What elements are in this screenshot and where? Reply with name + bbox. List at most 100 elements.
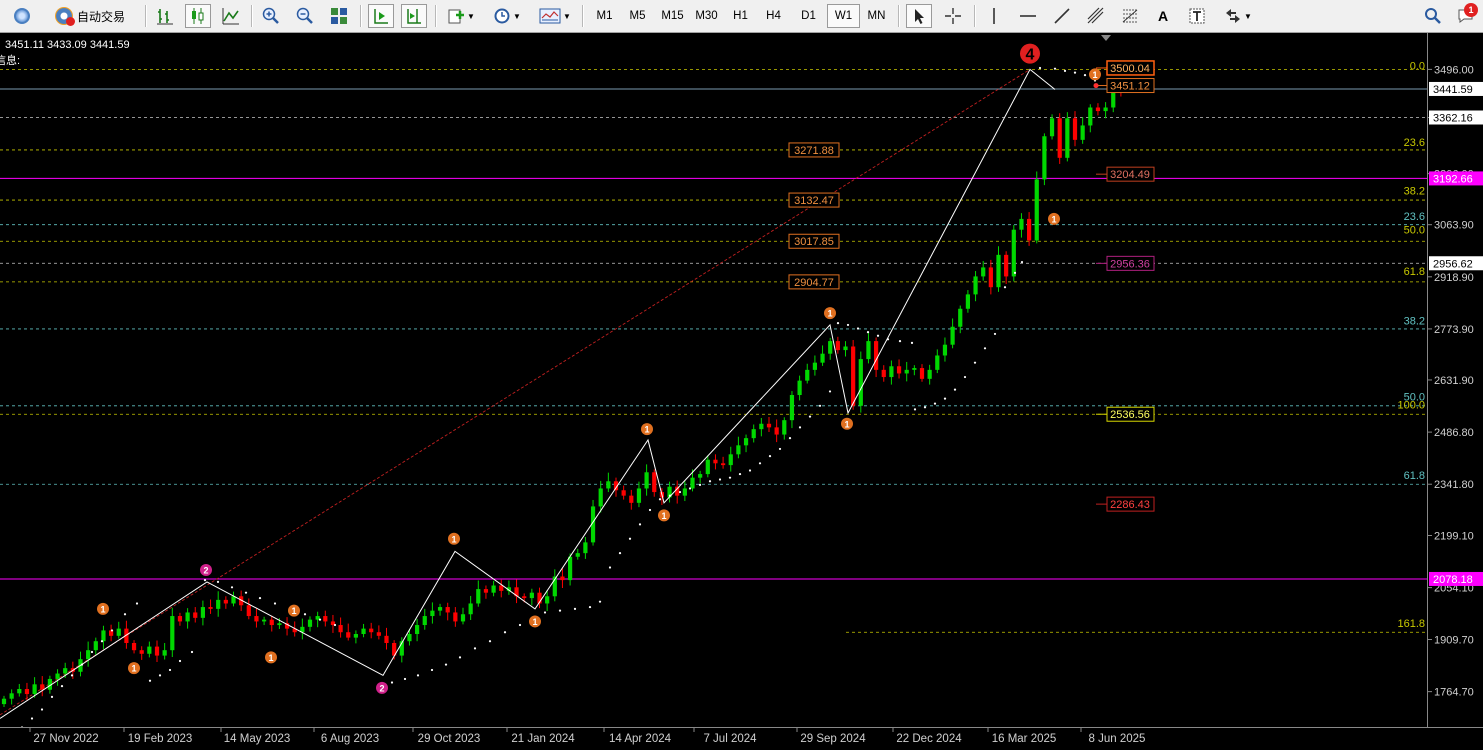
time-tick-label: 19 Feb 2023 <box>128 733 193 745</box>
level-tag-text: 3017.85 <box>794 236 834 248</box>
search-button[interactable] <box>1420 4 1446 28</box>
auto-trading-button[interactable]: 自动交易 <box>42 4 138 28</box>
arrows-button[interactable]: ▼ <box>1218 4 1258 28</box>
price-chart[interactable]: 0.0 23.6 38.2 23.6 50.0 61.8 38.2 50.0 100.0 61.8… <box>0 33 1427 727</box>
price-tick-label: 3496.00 <box>1434 64 1474 76</box>
bar-chart-button[interactable] <box>152 4 178 28</box>
sar-dot <box>758 462 762 465</box>
indicators-button[interactable]: ▼ <box>442 4 480 28</box>
fib-level-label: 61.8 <box>1404 470 1425 482</box>
sar-dot <box>135 602 139 605</box>
equidistant-channel-button[interactable] <box>1083 4 1109 28</box>
tag-3500-text: 3500.04 <box>1110 63 1150 75</box>
candle-body <box>323 616 328 622</box>
time-tick-label: 27 Nov 2022 <box>33 733 98 745</box>
zoom-in-button[interactable] <box>258 4 284 28</box>
sar-dot <box>993 332 997 336</box>
chart-shift-button[interactable] <box>401 4 427 28</box>
candle-body <box>254 616 259 622</box>
crosshair-button[interactable] <box>940 4 966 28</box>
timeframe-m1[interactable]: M1 <box>588 4 621 28</box>
sar-dot <box>110 629 114 632</box>
candle-body <box>835 341 840 351</box>
timeframe-m30[interactable]: M30 <box>690 4 723 28</box>
tag-2536-text: 2536.56 <box>1110 409 1150 421</box>
candle-body <box>1 698 7 705</box>
sar-dot <box>90 650 94 654</box>
sar-dot <box>244 591 248 594</box>
cursor-button[interactable] <box>906 4 932 28</box>
timeframe-h1[interactable]: H1 <box>724 4 757 28</box>
time-tick-label: 21 Jan 2024 <box>511 733 575 745</box>
toolbar-separator <box>251 5 253 27</box>
sar-dot <box>1083 74 1087 77</box>
text-button[interactable]: A <box>1150 4 1176 28</box>
sar-dot <box>638 523 642 526</box>
candle-body <box>231 596 236 604</box>
candle-body <box>101 630 106 642</box>
candle-body <box>774 427 779 435</box>
time-scale[interactable]: 27 Nov 2022 19 Feb 2023 14 May 2023 6 Aug 2… <box>0 727 1483 745</box>
sar-dot <box>1013 271 1017 274</box>
fib-level-label: 38.2 <box>1404 185 1425 197</box>
wave-label: 1 <box>1092 70 1097 80</box>
sar-dot <box>768 455 772 458</box>
price-tick-label: 1909.70 <box>1434 635 1474 647</box>
sar-dot <box>50 695 54 699</box>
candle-body <box>965 294 970 309</box>
candle-body <box>766 423 772 428</box>
line-chart-button[interactable] <box>218 4 244 28</box>
vertical-line-button[interactable] <box>981 4 1007 28</box>
candle-body <box>86 650 91 660</box>
candle-body <box>200 607 205 618</box>
candle-body <box>690 477 695 489</box>
timeframe-m15[interactable]: M15 <box>656 4 689 28</box>
gray-level-tag-text: 2956.62 <box>1433 258 1473 270</box>
trendline-button[interactable] <box>1049 4 1075 28</box>
candlestick-button[interactable] <box>185 4 211 28</box>
candle-body <box>782 420 787 435</box>
candle-body <box>889 366 894 378</box>
candle-body <box>361 628 366 635</box>
tile-windows-button[interactable] <box>326 4 352 28</box>
magenta-high-tag-text: 3192.66 <box>1433 173 1473 185</box>
candle-body <box>797 380 802 396</box>
wave-4-label: 4 <box>1026 47 1035 64</box>
notifications-button[interactable]: 1 <box>1452 3 1480 28</box>
templates-button[interactable]: ▼ <box>535 4 575 28</box>
fibonacci-button[interactable] <box>1117 4 1143 28</box>
candle-body <box>988 267 993 288</box>
candle-body <box>705 459 710 475</box>
periods-button[interactable]: ▼ <box>488 4 526 28</box>
wave-label: 1 <box>532 617 537 627</box>
sar-dot <box>876 334 880 337</box>
fib-level-label: 23.6 <box>1404 211 1425 223</box>
auto-scroll-button[interactable] <box>368 4 394 28</box>
timeframe-h4[interactable]: H4 <box>757 4 790 28</box>
candle-body <box>193 612 198 618</box>
candle-body <box>805 369 810 381</box>
price-scale[interactable]: 3496.003362.163206.003063.902918.902773.… <box>1427 33 1483 750</box>
wave-label: 1 <box>131 664 136 674</box>
price-tick-label: 3063.90 <box>1434 220 1474 232</box>
candle-body <box>1080 125 1085 140</box>
candle-body <box>1072 118 1078 140</box>
candle-body <box>621 490 626 496</box>
timeframe-mn[interactable]: MN <box>860 4 893 28</box>
candle-body <box>1049 118 1055 137</box>
timeframe-d1[interactable]: D1 <box>792 4 825 28</box>
text-label-button[interactable] <box>1184 4 1210 28</box>
timeframe-w1[interactable]: W1 <box>827 4 860 28</box>
price-tick-label: 2918.90 <box>1434 272 1474 284</box>
toolbar-separator <box>360 5 362 27</box>
candle-body <box>170 616 175 651</box>
market-watch-button[interactable] <box>9 4 35 28</box>
zoom-out-button[interactable] <box>292 4 318 28</box>
timeframe-m5[interactable]: M5 <box>621 4 654 28</box>
sar-dot <box>688 487 692 490</box>
candle-body <box>858 359 863 406</box>
sar-dot <box>190 650 194 654</box>
candle-body <box>407 634 412 642</box>
sar-dot <box>913 408 917 411</box>
horizontal-line-button[interactable] <box>1015 4 1041 28</box>
